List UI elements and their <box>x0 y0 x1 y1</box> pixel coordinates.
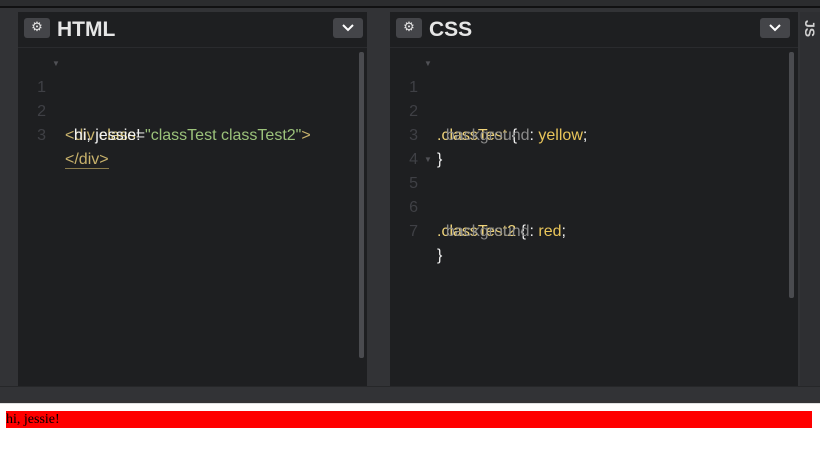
html-editor-pane: ⚙ HTML 1 ▼ <div class="classTest classTe… <box>18 12 367 386</box>
html-code-editor[interactable]: 1 ▼ <div class="classTest classTest2"> 2… <box>18 52 367 169</box>
html-pane-title: HTML <box>57 18 116 41</box>
html-pane-header: ⚙ HTML <box>18 12 367 48</box>
code-line: 6 background: red; <box>390 172 798 240</box>
top-bar <box>0 0 820 8</box>
chevron-down-icon <box>342 24 354 32</box>
code-line: 2 background: yellow; <box>390 76 798 144</box>
js-pane-title: JS <box>802 20 818 38</box>
output-resizer[interactable] <box>0 386 820 404</box>
html-scrollbar[interactable] <box>359 52 364 358</box>
code-line: 1 ▼ .classTest { <box>390 52 798 144</box>
css-code-editor[interactable]: 1 ▼ .classTest { 2 background: yellow; 3… <box>390 52 798 264</box>
css-pane-header: ⚙ CSS <box>390 12 798 48</box>
code-line: 5 ▼ .classTest2 { <box>390 148 798 240</box>
css-brace: } <box>437 247 443 264</box>
fold-arrow-icon[interactable]: ▼ <box>424 52 432 76</box>
js-pane-tab[interactable]: JS <box>800 12 820 386</box>
css-settings-button[interactable]: ⚙ <box>396 18 422 38</box>
editor-area: ⚙ HTML 1 ▼ <div class="classTest classTe… <box>0 8 820 386</box>
html-tag-close-bracket: > <box>301 127 311 144</box>
html-attr-value: "classTest classTest2" <box>145 127 302 144</box>
html-settings-button[interactable]: ⚙ <box>24 18 50 38</box>
code-line: 2 hi, jessie! <box>18 76 367 144</box>
chevron-down-icon <box>769 24 781 32</box>
css-value: red <box>538 223 562 240</box>
css-property: background <box>437 223 530 240</box>
code-line: 7 } <box>390 196 798 264</box>
fold-arrow-icon[interactable]: ▼ <box>424 148 432 172</box>
css-scrollbar[interactable] <box>789 52 794 298</box>
html-tag-close: </div> <box>65 151 109 169</box>
html-text-content: hi, jessie! <box>65 127 141 144</box>
code-line: 1 ▼ <div class="classTest classTest2"> <box>18 52 367 144</box>
css-editor-pane: ⚙ CSS 1 ▼ .classTest { 2 background: yel… <box>390 12 798 386</box>
css-collapse-button[interactable] <box>760 18 790 38</box>
code-line: 3 </div> <box>18 100 367 169</box>
code-line: 3 } <box>390 100 798 168</box>
rendered-div: hi, jessie! <box>6 411 812 428</box>
line-number: 7 <box>409 223 418 240</box>
fold-arrow-icon[interactable]: ▼ <box>52 52 60 76</box>
css-pane-title: CSS <box>429 18 473 41</box>
gear-icon: ⚙ <box>403 20 415 35</box>
code-line: 4 <box>390 124 798 168</box>
result-output: hi, jessie! <box>0 404 820 468</box>
css-semicolon: ; <box>561 223 566 240</box>
gear-icon: ⚙ <box>31 20 43 35</box>
line-number: 3 <box>37 127 46 144</box>
html-collapse-button[interactable] <box>333 18 363 38</box>
